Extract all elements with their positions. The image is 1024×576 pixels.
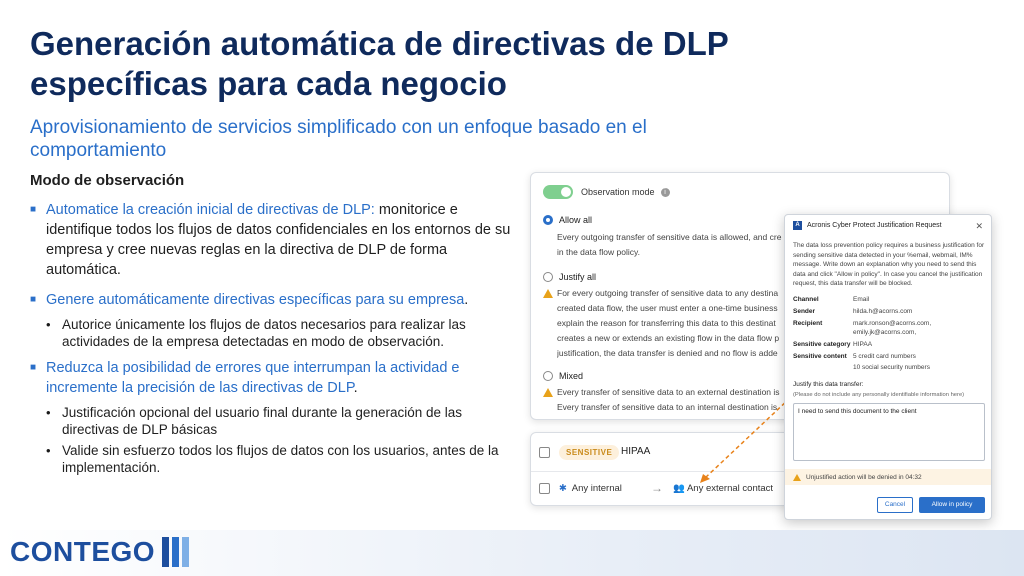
contego-logo: CONTEGO: [10, 536, 190, 568]
close-icon[interactable]: ✕: [975, 221, 983, 232]
sub-bullet-item: • Autorice únicamente los flujos de dato…: [46, 316, 520, 350]
bullet-lead: Genere automáticamente directivas especí…: [46, 292, 465, 308]
flow-destination: 👥 Any external contact: [673, 483, 774, 494]
bullet-item: ■ Reduzca la posibilidad de errores que …: [30, 358, 520, 398]
radio-justify-all[interactable]: [543, 272, 553, 282]
sub-bullet-item: • Valide sin esfuerzo todos los flujos d…: [46, 442, 520, 476]
timeout-warning: Unjustified action will be denied in 04:…: [785, 469, 991, 485]
square-bullet-icon: ■: [30, 204, 37, 215]
data-flow-rule-card: SENSITIVE HIPAA ✱ Any internal → 👥 Any e…: [530, 432, 800, 506]
option-allow-all[interactable]: Allow all: [543, 215, 592, 225]
observation-mode-toggle[interactable]: [543, 185, 573, 199]
field-sensitive-content: Sensitive content 5 credit card numbers: [793, 353, 916, 360]
logo-bars-icon: [159, 537, 190, 567]
field-sensitive-content-2: 10 social security numbers: [853, 364, 930, 371]
asterisk-icon: ✱: [559, 483, 567, 494]
justify-label: Justify this data transfer:: [793, 381, 864, 388]
option-label: Allow all: [559, 215, 593, 225]
dialog-title: Acronis Cyber Protect Justification Requ…: [807, 222, 942, 229]
option-mixed[interactable]: Mixed: [543, 371, 583, 381]
warning-icon: [543, 289, 553, 298]
sensitive-category: HIPAA: [621, 446, 651, 457]
bullet-list: ■ Automatice la creación inicial de dire…: [30, 200, 520, 484]
sub-bullet-text: Autorice únicamente los flujos de datos …: [62, 317, 466, 349]
slide: Generación automática de directivas de D…: [0, 0, 1024, 576]
warning-icon: [793, 473, 801, 481]
observation-mode-row: Observation mode i: [543, 185, 670, 199]
dialog-intro: The data loss prevention policy requires…: [793, 242, 985, 287]
bullet-item: ■ Genere automáticamente directivas espe…: [30, 290, 520, 310]
flow-checkbox[interactable]: [539, 483, 550, 494]
field-recipient: Recipient mark.ronson@acorns.com, emily.j…: [793, 320, 932, 336]
contacts-icon: 👥: [673, 483, 685, 494]
slide-title: Generación automática de directivas de D…: [30, 25, 729, 102]
field-channel: Channel Email: [793, 296, 870, 303]
logo-text: CONTEGO: [10, 536, 156, 567]
section-heading: Modo de observación: [30, 172, 185, 189]
dot-bullet-icon: •: [46, 317, 51, 332]
dialog-header: A Acronis Cyber Protect Justification Re…: [793, 221, 983, 232]
info-icon[interactable]: i: [660, 187, 670, 197]
justify-hint: (Please do not include any personally id…: [793, 392, 965, 398]
cancel-button[interactable]: Cancel: [877, 497, 913, 513]
allow-in-policy-button[interactable]: Allow in policy: [919, 497, 985, 513]
arrow-right-icon: →: [651, 481, 663, 495]
rule-checkbox[interactable]: [539, 447, 550, 458]
observation-mode-label: Observation mode: [581, 187, 655, 197]
bullet-text: .: [464, 292, 469, 308]
bullet-lead: Automatice la creación inicial de direct…: [46, 202, 375, 218]
square-bullet-icon: ■: [30, 294, 37, 305]
divider: [531, 471, 799, 472]
sub-bullet-text: Justificación opcional del usuario final…: [62, 405, 463, 437]
sub-bullet-text: Valide sin esfuerzo todos los flujos de …: [62, 443, 499, 475]
acronis-logo-icon: A: [793, 221, 802, 230]
justification-textarea[interactable]: I need to send this document to the clie…: [793, 403, 985, 461]
bullet-text: .: [353, 380, 358, 396]
justification-dialog: A Acronis Cyber Protect Justification Re…: [784, 214, 992, 520]
sensitive-badge: SENSITIVE: [559, 445, 620, 460]
bullet-lead: Reduzca la posibilidad de errores que in…: [46, 360, 460, 396]
flow-source: ✱ Any internal: [559, 483, 622, 494]
field-sender: Sender hilda.h@acorns.com: [793, 308, 913, 315]
option-label: Justify all: [559, 272, 597, 282]
warning-icon: [543, 388, 553, 397]
sub-bullet-item: • Justificación opcional del usuario fin…: [46, 404, 520, 438]
dot-bullet-icon: •: [46, 443, 51, 458]
square-bullet-icon: ■: [30, 362, 37, 373]
dot-bullet-icon: •: [46, 405, 51, 420]
option-label: Mixed: [559, 371, 584, 381]
radio-mixed[interactable]: [543, 371, 553, 381]
option-justify-all[interactable]: Justify all: [543, 272, 596, 282]
slide-subtitle: Aprovisionamiento de servicios simplific…: [30, 117, 647, 161]
radio-allow-all[interactable]: [543, 215, 553, 225]
field-sensitive-category: Sensitive category HIPAA: [793, 341, 873, 348]
bullet-item: ■ Automatice la creación inicial de dire…: [30, 200, 520, 280]
